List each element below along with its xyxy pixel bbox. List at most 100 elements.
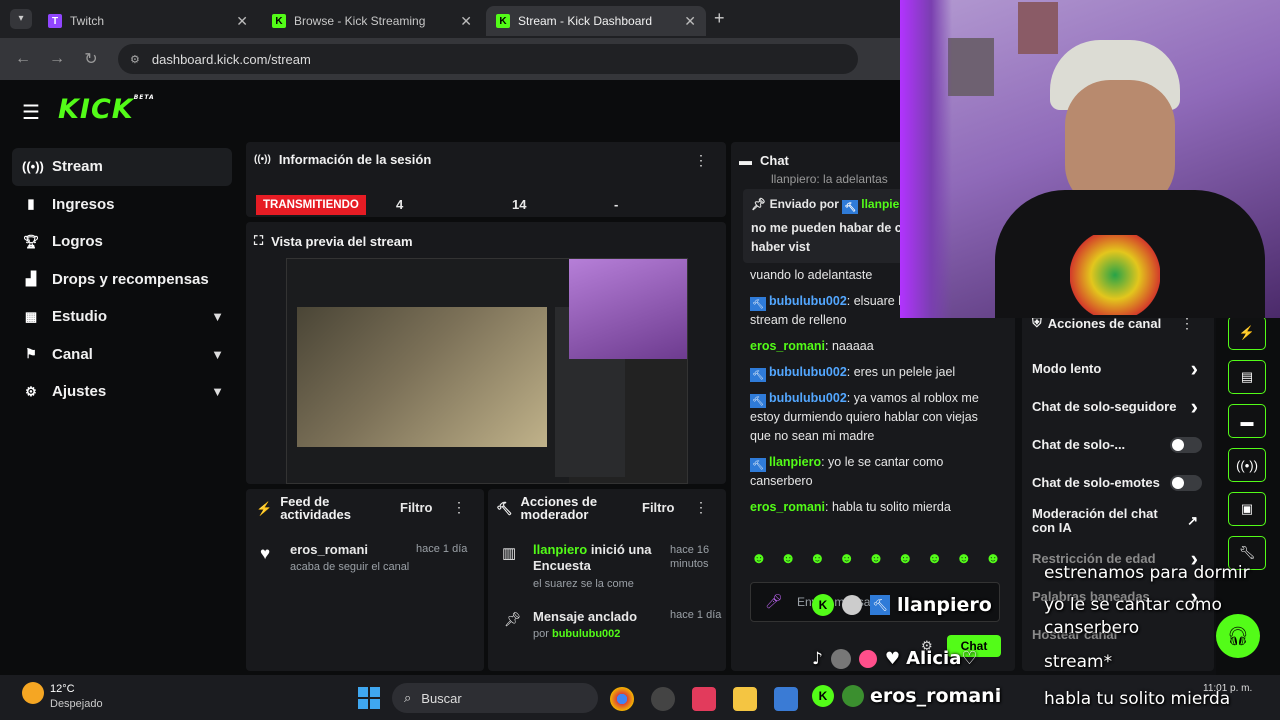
taskbar-clock[interactable]: 11:01 p. m.	[1203, 683, 1252, 694]
toggle-switch[interactable]	[1170, 437, 1202, 453]
quick-action-broadcast-icon[interactable]: ((•))	[1228, 448, 1266, 482]
gear-icon: ⚙	[25, 383, 37, 399]
emote-icon: ☻	[780, 550, 797, 567]
channel-action-row[interactable]: Modo lento ›	[1032, 350, 1212, 388]
chat-username[interactable]: eros_romani	[750, 500, 825, 514]
quick-action-bolt-icon[interactable]: ⚡	[1228, 316, 1266, 350]
chat-text: eres un pelele jael	[853, 365, 956, 379]
channel-action-label: Modo lento	[1032, 361, 1102, 376]
stream-preview-video[interactable]	[286, 258, 688, 484]
more-options-icon[interactable]: ⋮	[694, 152, 708, 169]
sidebar-item-label: Ingresos	[52, 195, 115, 213]
close-icon[interactable]: ✕	[236, 13, 248, 30]
menu-icon[interactable]: ☰	[22, 100, 40, 125]
close-icon[interactable]: ✕	[460, 13, 472, 30]
site-info-icon[interactable]: ⚙	[130, 53, 140, 66]
channel-action-row[interactable]: Moderación del chat con IA ↗	[1032, 502, 1212, 540]
weather-temp[interactable]: 12°C	[50, 683, 75, 695]
kick-logo[interactable]: KICKBETA	[58, 94, 155, 125]
new-tab-button[interactable]: +	[714, 8, 725, 29]
filter-button[interactable]: Filtro	[400, 500, 433, 515]
chat-username[interactable]: eros_romani	[750, 339, 825, 353]
bolt-icon: ⚡	[256, 500, 273, 516]
quick-action-layout-icon[interactable]: ▣	[1228, 492, 1266, 526]
filter-button[interactable]: Filtro	[642, 500, 675, 515]
quick-actions-buttons: ⚡ ▤ ▬ ((•)) ▣ 🔧︎	[1228, 316, 1266, 580]
panel-title: ▬ Chat	[739, 153, 789, 168]
overlay-name: llanpiero	[897, 594, 992, 616]
emote-bar[interactable]: ☻ ☻ ☻ ☻ ☻ ☻ ☻ ☻ ☻	[751, 550, 1001, 567]
tiktok-app-icon[interactable]	[692, 687, 716, 711]
mod-icon: 🔨︎	[750, 297, 766, 311]
session-stat-other: -	[614, 197, 619, 212]
tiktok-icon: ♪	[812, 648, 823, 669]
url-field[interactable]: ⚙ dashboard.kick.com/stream	[118, 44, 858, 74]
sidebar-item-canal[interactable]: ⚑ Canal ▼	[12, 336, 232, 374]
quick-action-notes-icon[interactable]: ▤	[1228, 360, 1266, 394]
channel-action-row[interactable]: Chat de solo-seguidore ›	[1032, 388, 1212, 426]
chrome-icon[interactable]	[610, 687, 634, 711]
poll-icon: ▥	[502, 545, 517, 562]
sidebar-item-logros[interactable]: 🏆︎ Logros	[12, 223, 232, 261]
weather-text[interactable]: Despejado	[50, 698, 103, 710]
overlay-caption: estrenamos para dormir	[1044, 563, 1250, 583]
toggle-switch[interactable]	[1170, 475, 1202, 491]
windows-taskbar: 12°C Despejado ⌕ Buscar K eros_romani hab…	[0, 675, 1280, 720]
activity-feed-panel: ⚡ Feed de actividades Filtro ⋮ ♥ eros_rom…	[246, 489, 484, 671]
windows-start-icon[interactable]	[358, 687, 380, 709]
session-info-panel: ((•)) Información de la sesión ⋮ TRANSMIT…	[246, 142, 726, 217]
sidebar-item-estudio[interactable]: ▦ Estudio ▼	[12, 298, 232, 336]
tab-twitch[interactable]: T Twitch ✕	[38, 6, 258, 36]
microphone-icon[interactable]: 🎤︎	[765, 593, 783, 610]
twitch-icon: T	[48, 14, 62, 28]
tab-search-button[interactable]: ▾	[10, 9, 32, 29]
chat-message: eros_romani: habla tu solito mierda	[750, 500, 951, 514]
trophy-icon: 🏆︎	[22, 233, 40, 249]
chat-username[interactable]: llanpiero	[769, 455, 821, 469]
chat-text: vuando lo adelantaste	[750, 268, 873, 282]
taskbar-search-label: Buscar	[421, 690, 462, 706]
file-explorer-icon[interactable]	[733, 687, 757, 711]
tab-label: Twitch	[70, 14, 105, 28]
chat-icon: ▬	[739, 153, 752, 168]
chat-text: naaaaa	[831, 339, 874, 353]
feed-item-user[interactable]: eros_romani	[290, 542, 368, 557]
mod-icon: 🔨︎	[870, 595, 890, 615]
quick-action-chat-icon[interactable]: ▬	[1228, 404, 1266, 438]
avatar-icon	[842, 595, 862, 615]
emote-icon: ☻	[897, 550, 914, 567]
chat-username[interactable]: bubulubu002	[769, 391, 847, 405]
sidebar-item-ingresos[interactable]: ▮ Ingresos	[12, 186, 232, 224]
chat-username[interactable]: bubulubu002	[769, 365, 847, 379]
more-options-icon[interactable]: ⋮	[694, 499, 708, 516]
forward-icon[interactable]: →	[40, 50, 74, 68]
sidebar-item-stream[interactable]: ((•)) Stream	[12, 148, 232, 186]
chat-username[interactable]: bubulubu002	[769, 294, 847, 308]
more-options-icon[interactable]: ⋮	[452, 499, 466, 516]
emote-icon: ☻	[838, 550, 855, 567]
chevron-right-icon: ›	[1190, 394, 1198, 419]
reload-icon[interactable]: ↻	[74, 49, 108, 69]
badge-icon	[858, 649, 877, 668]
app-icon[interactable]	[651, 687, 675, 711]
sidebar-item-drops[interactable]: ▟ Drops y recompensas	[12, 261, 232, 299]
channel-action-row[interactable]: Chat de solo-...	[1032, 426, 1212, 464]
sidebar-item-ajustes[interactable]: ⚙ Ajustes ▼	[12, 373, 232, 411]
back-icon[interactable]: ←	[6, 50, 40, 68]
sidebar-item-label: Drops y recompensas	[52, 270, 209, 288]
tab-browse-kick[interactable]: K Browse - Kick Streaming ✕	[262, 6, 482, 36]
chat-message: 🔨︎ bubulubu002: eres un pelele jael	[750, 363, 1002, 382]
sidebar-item-label: Ajustes	[52, 383, 107, 401]
channel-action-label: Chat de solo-emotes	[1032, 475, 1160, 490]
chevron-right-icon: ›	[1190, 356, 1198, 381]
tab-kick-dashboard[interactable]: K Stream - Kick Dashboard ✕	[486, 6, 706, 36]
emote-icon: ☻	[955, 550, 972, 567]
address-bar: ← → ↻ ⚙ dashboard.kick.com/stream	[0, 38, 900, 80]
emote-icon: ☻	[868, 550, 884, 567]
taskbar-search[interactable]: ⌕ Buscar	[392, 683, 598, 713]
channel-action-row[interactable]: Chat de solo-emotes	[1032, 464, 1212, 502]
sidebar-item-label: Logros	[52, 233, 103, 251]
wall-poster	[948, 38, 994, 96]
close-icon[interactable]: ✕	[684, 13, 696, 30]
store-icon[interactable]	[774, 687, 798, 711]
